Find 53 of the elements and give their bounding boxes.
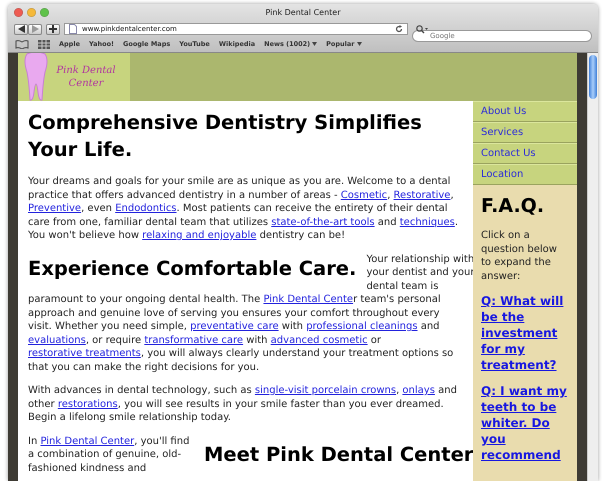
faq-question-link[interactable]: Q: I want my teeth to be whiter. Do you recommend bbox=[481, 383, 569, 463]
search-icon bbox=[416, 24, 428, 34]
plus-icon bbox=[49, 25, 57, 33]
text-link[interactable]: professional cleanings bbox=[306, 321, 418, 332]
text-link[interactable]: Pink Dental Cente bbox=[263, 294, 354, 305]
page-heading: Comprehensive Dentistry Simplifies Your Life. bbox=[28, 110, 423, 163]
paragraph: In Pink Dental Center, you'll find a combination of genuine, old-fashioned kindness and bbox=[28, 434, 190, 475]
text-link[interactable]: techniques bbox=[400, 216, 455, 228]
text-link[interactable]: transformative care bbox=[144, 334, 244, 346]
text-link[interactable]: Pink Dental Center bbox=[40, 436, 134, 446]
paragraph: Your dreams and goals for your smile are as unique as you are. Welcome to a dental practice that offers advanced dentistry in a number of areas - Cosmetic, Restorative, Preventive, even Endodontics. Most patients can receive the entirety of their dental care from one, familiar dental team that utilizes state-of-the-art tools and techniques. You won't believe how relaxing and enjoyable dentistry can be! bbox=[28, 175, 460, 242]
forward-icon bbox=[32, 25, 38, 33]
nav-link[interactable]: Contact Us bbox=[473, 143, 577, 164]
minimize-button[interactable] bbox=[27, 8, 36, 17]
section-heading: Experience Comfortable Care. bbox=[28, 256, 356, 280]
faq-heading: F.A.Q. bbox=[481, 195, 546, 217]
nav-link[interactable]: Location bbox=[473, 164, 577, 185]
text-link[interactable]: onlays bbox=[402, 385, 435, 396]
text-link[interactable]: Cosmetic bbox=[340, 190, 388, 200]
text-link[interactable]: state-of-the-art tools bbox=[271, 216, 375, 228]
text-link[interactable]: single-visit porcelain crowns bbox=[254, 385, 396, 396]
logo-text: Pink Dental Center bbox=[55, 64, 117, 90]
faq-question-link[interactable]: Q: What will be the investment for my treatment? bbox=[481, 293, 569, 373]
close-button[interactable] bbox=[14, 8, 23, 17]
back-button[interactable] bbox=[14, 24, 28, 34]
text-link[interactable]: Restorative bbox=[394, 190, 450, 200]
caret-icon bbox=[312, 42, 318, 46]
book-icon bbox=[15, 40, 29, 48]
page-icon bbox=[69, 24, 77, 34]
faq-intro: Click on a question below to expand the answer: bbox=[481, 229, 558, 283]
back-icon bbox=[18, 25, 24, 33]
text-link[interactable]: relaxing and enjoyable bbox=[142, 230, 256, 241]
zoom-button[interactable] bbox=[40, 8, 49, 17]
text-link[interactable]: advanced cosmetic bbox=[270, 334, 368, 346]
section-heading: Meet Pink Dental Center bbox=[204, 442, 474, 468]
scroll-thumb[interactable] bbox=[589, 55, 597, 99]
tooth-icon bbox=[24, 53, 48, 101]
nav-link[interactable]: Services bbox=[473, 122, 577, 143]
text-link[interactable]: evaluations bbox=[28, 334, 86, 346]
text-link[interactable]: restorations bbox=[58, 398, 118, 410]
text-link[interactable]: restorative treatments bbox=[28, 348, 141, 359]
caret-icon bbox=[356, 42, 362, 46]
reload-icon bbox=[395, 25, 403, 33]
text-link[interactable]: Preventive bbox=[28, 203, 82, 214]
paragraph: paramount to your ongoing dental health. The Pink Dental Center team's personal approach and genuine love of serving you ensures your comfort throughout every visit. Whether you need simple, preventative care with professional cleanings and evaluations, or require transformative care with advanced cosmetic or restorative treatments, you will always clearly understand your treatment options so that you can make the right decisions for you. bbox=[28, 293, 454, 374]
paragraph: With advances in dental technology, such as single-visit porcelain crowns, onlays and other restorations, you will see results in your smile faster than you ever dreamed. Begin a lifelong smile relationship today. bbox=[28, 384, 458, 424]
add-bookmark-button[interactable] bbox=[46, 24, 60, 34]
text-link[interactable]: Endodontics bbox=[115, 203, 177, 214]
text-link[interactable]: preventative care bbox=[190, 321, 279, 332]
scrollbar[interactable] bbox=[587, 53, 598, 481]
grid-icon bbox=[38, 40, 50, 48]
nav-link[interactable]: About Us bbox=[473, 101, 577, 122]
window-title: Pink Dental Center bbox=[264, 8, 342, 17]
